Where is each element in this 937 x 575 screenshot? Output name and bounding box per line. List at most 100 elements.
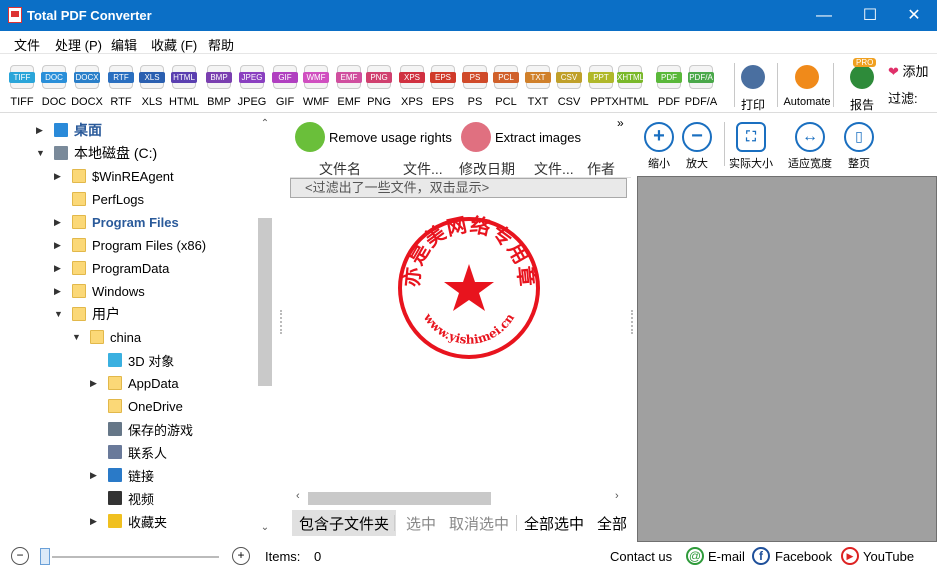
scroll-down-icon[interactable]: ⌄ bbox=[258, 522, 272, 533]
collapsed-arrow-icon[interactable]: ▶ bbox=[54, 217, 64, 228]
facebook-icon[interactable]: f bbox=[752, 547, 770, 565]
tree-item[interactable]: 视频 bbox=[90, 487, 154, 509]
col-modified[interactable]: 修改日期 bbox=[459, 159, 515, 179]
tree-item-label: $WinREAgent bbox=[92, 168, 174, 184]
file-format-icon: PDF/A bbox=[688, 65, 714, 89]
tree-item[interactable]: ▼ china bbox=[72, 326, 141, 348]
menu-help[interactable]: 帮助 bbox=[208, 35, 234, 54]
tree-item[interactable]: PerfLogs bbox=[54, 188, 144, 210]
tree-item[interactable]: 保存的游戏 bbox=[90, 418, 193, 440]
menu-favorites[interactable]: 收藏 (F) bbox=[151, 35, 197, 54]
col-author[interactable]: 作者 bbox=[587, 159, 615, 179]
maximize-button[interactable]: ☐ bbox=[847, 0, 893, 31]
format-bmp-button[interactable]: BMP BMP bbox=[203, 65, 235, 108]
collapsed-arrow-icon[interactable]: ▶ bbox=[54, 171, 64, 182]
scrollbar-thumb[interactable] bbox=[258, 218, 272, 386]
facebook-link[interactable]: Facebook bbox=[775, 549, 832, 564]
youtube-link[interactable]: YouTube bbox=[863, 549, 914, 564]
zoom-plus-icon[interactable]: + bbox=[232, 547, 250, 565]
scroll-left-icon[interactable]: ‹ bbox=[296, 490, 300, 502]
expanded-arrow-icon[interactable]: ▼ bbox=[36, 148, 46, 158]
col-filename[interactable]: 文件名 bbox=[319, 159, 361, 179]
collapsed-arrow-icon[interactable]: ▶ bbox=[90, 516, 100, 527]
tree-item[interactable]: 3D 对象 bbox=[90, 349, 174, 371]
tree-item[interactable]: ▶ Program Files bbox=[54, 211, 179, 233]
filtered-files-notice[interactable]: <过滤出了一些文件，双击显示> bbox=[290, 178, 627, 198]
collapsed-arrow-icon[interactable]: ▶ bbox=[54, 286, 64, 297]
youtube-icon[interactable]: ▶ bbox=[841, 547, 859, 565]
include-subfolders-toggle[interactable]: 包含子文件夹 bbox=[292, 510, 397, 536]
minimize-button[interactable]: — bbox=[801, 0, 847, 31]
scroll-up-icon[interactable]: ⌃ bbox=[258, 118, 272, 129]
tree-item[interactable]: ▼ 用户 bbox=[54, 303, 120, 325]
tree-item[interactable]: ▶ 桌面 bbox=[36, 119, 102, 141]
folder-icon bbox=[72, 284, 86, 298]
menu-edit[interactable]: 编辑 bbox=[111, 35, 137, 54]
tree-item-label: PerfLogs bbox=[92, 191, 145, 207]
zoom-out-button[interactable]: + 缩小 bbox=[641, 122, 677, 171]
select-all-button[interactable]: 全部选中 bbox=[524, 513, 584, 534]
menu-file[interactable]: 文件 bbox=[14, 35, 40, 54]
email-icon[interactable]: @ bbox=[686, 547, 704, 565]
collapsed-arrow-icon[interactable]: ▶ bbox=[36, 125, 46, 136]
expanded-arrow-icon[interactable]: ▼ bbox=[72, 332, 82, 342]
tree-item[interactable]: 联系人 bbox=[90, 441, 167, 463]
more-actions-button[interactable]: » bbox=[617, 116, 624, 130]
format-png-button[interactable]: PNG PNG bbox=[363, 65, 395, 108]
zoom-minus-icon[interactable]: − bbox=[11, 547, 29, 565]
all-button[interactable]: 全部 bbox=[597, 513, 627, 534]
file-list-hscrollbar[interactable]: ‹ › bbox=[290, 490, 631, 506]
expanded-arrow-icon[interactable]: ▼ bbox=[54, 309, 64, 319]
tree-item-label: Program Files (x86) bbox=[92, 237, 207, 253]
close-button[interactable]: ✕ bbox=[891, 0, 937, 31]
tree-item[interactable]: ▶ AppData bbox=[90, 372, 179, 394]
collapsed-arrow-icon[interactable]: ▶ bbox=[54, 240, 64, 251]
collapsed-arrow-icon[interactable]: ▶ bbox=[90, 378, 100, 389]
zoom-in-button[interactable]: − 放大 bbox=[679, 122, 715, 171]
zoom-slider-track[interactable] bbox=[52, 556, 219, 558]
format-xhtml-button[interactable]: XHTML XHTML bbox=[611, 65, 649, 108]
collapsed-arrow-icon[interactable]: ▶ bbox=[54, 263, 64, 274]
format-doc-button[interactable]: DOC DOC bbox=[38, 65, 70, 108]
fit-width-button[interactable]: ↔ 适应宽度 bbox=[783, 122, 837, 171]
tree-item[interactable]: ▶ 收藏夹 bbox=[90, 510, 167, 532]
tree-item[interactable]: ▶ Program Files (x86) bbox=[54, 234, 206, 256]
tree-item[interactable]: ▶ $WinREAgent bbox=[54, 165, 174, 187]
hscrollbar-thumb[interactable] bbox=[308, 492, 491, 505]
full-page-button[interactable]: ▯ 整页 bbox=[841, 122, 877, 171]
tree-item[interactable]: ▼ 本地磁盘 (C:) bbox=[36, 142, 157, 164]
format-jpeg-button[interactable]: JPEG JPEG bbox=[236, 65, 268, 108]
zoom-slider-handle[interactable] bbox=[40, 548, 50, 565]
extract-images-button[interactable]: Extract images bbox=[461, 122, 581, 152]
tree-item[interactable]: ▶ ProgramData bbox=[54, 257, 169, 279]
actual-size-button[interactable]: ⛶ 实际大小 bbox=[725, 122, 777, 171]
menu-process[interactable]: 处理 (P) bbox=[55, 35, 102, 54]
format-badge: XPS bbox=[399, 72, 425, 83]
remove-usage-rights-button[interactable]: Remove usage rights bbox=[295, 122, 452, 152]
email-link[interactable]: E-mail bbox=[708, 549, 745, 564]
scroll-right-icon[interactable]: › bbox=[615, 490, 619, 502]
format-badge: EPS bbox=[430, 72, 456, 83]
tree-scrollbar[interactable]: ⌃ ⌄ bbox=[258, 114, 272, 542]
format-html-button[interactable]: HTML HTML bbox=[168, 65, 200, 108]
tree-item[interactable]: ▶ Windows bbox=[54, 280, 145, 302]
tree-item[interactable]: OneDrive bbox=[90, 395, 183, 417]
contacts-icon bbox=[108, 445, 122, 459]
col-filesize[interactable]: 文件... bbox=[534, 159, 574, 179]
format-wmf-button[interactable]: WMF WMF bbox=[300, 65, 332, 108]
report-button[interactable]: 报告 bbox=[846, 65, 878, 113]
splitter-handle[interactable] bbox=[631, 310, 635, 334]
format-docx-button[interactable]: DOCX DOCX bbox=[71, 65, 103, 108]
format-pdf-a-button[interactable]: PDF/A PDF/A bbox=[685, 65, 717, 108]
select-button[interactable]: 选中 bbox=[406, 513, 436, 534]
alarm-clock-icon bbox=[795, 65, 819, 89]
collapsed-arrow-icon[interactable]: ▶ bbox=[90, 470, 100, 481]
splitter-handle[interactable] bbox=[280, 310, 284, 334]
contact-us-link[interactable]: Contact us bbox=[610, 549, 672, 564]
col-filetype[interactable]: 文件... bbox=[403, 159, 443, 179]
add-filter-button[interactable]: ❤ 添加 bbox=[888, 61, 929, 80]
tree-item[interactable]: ▶ 链接 bbox=[90, 464, 154, 486]
automate-button[interactable]: Automate bbox=[783, 65, 831, 108]
deselect-button[interactable]: 取消选中 bbox=[449, 513, 509, 534]
print-button[interactable]: 打印 bbox=[737, 65, 769, 113]
